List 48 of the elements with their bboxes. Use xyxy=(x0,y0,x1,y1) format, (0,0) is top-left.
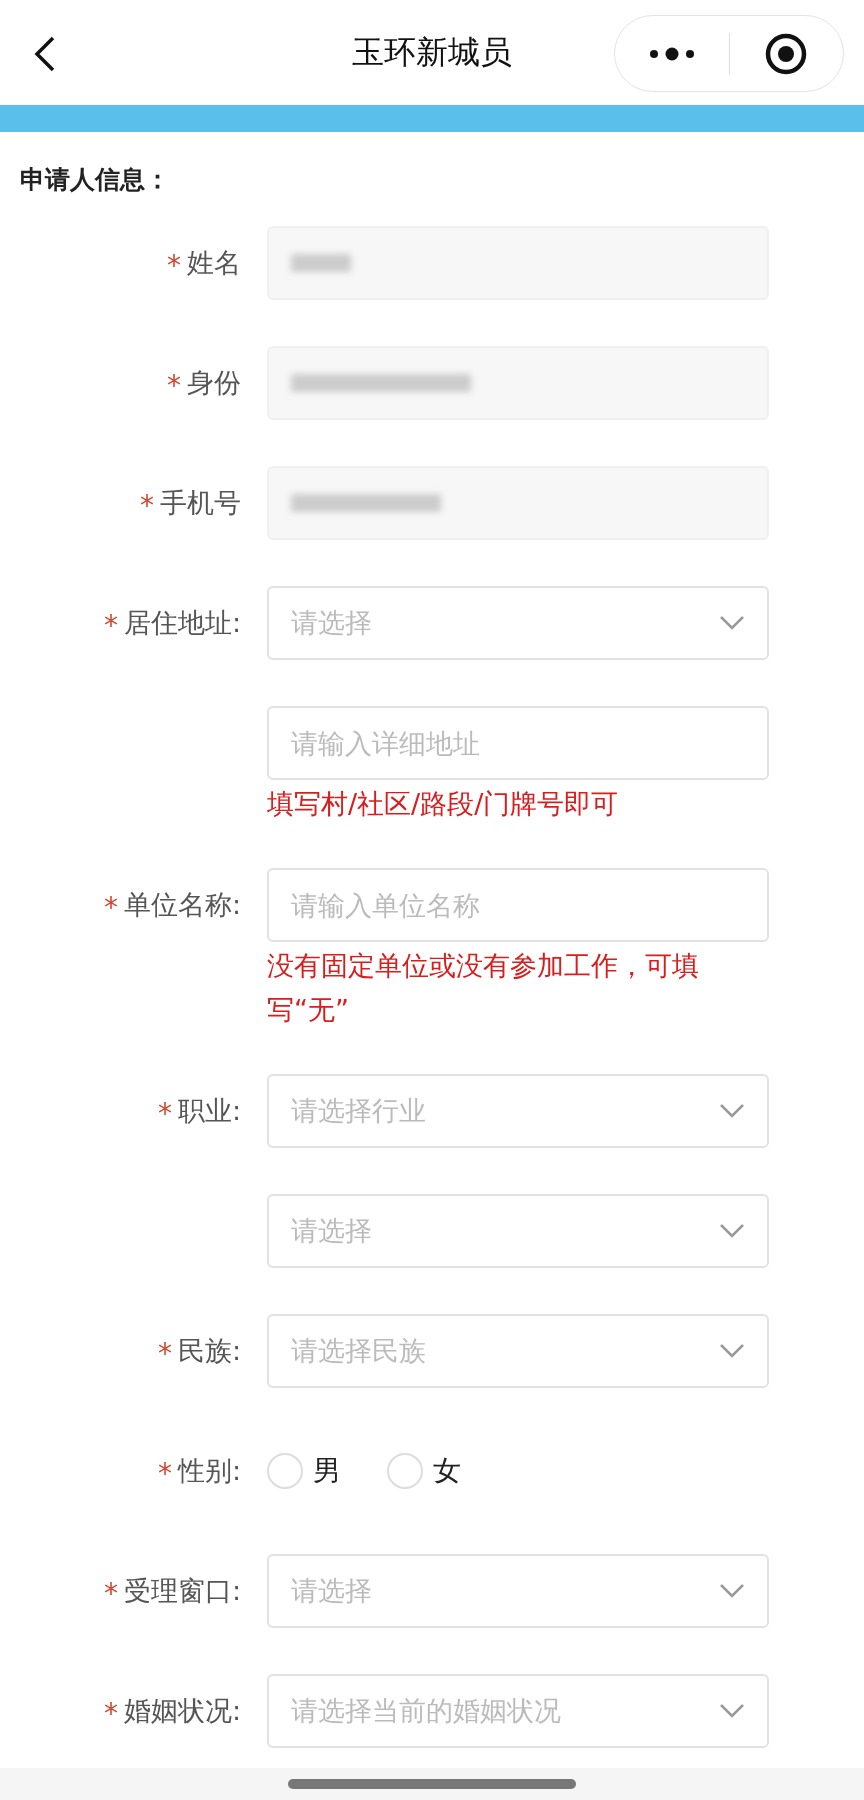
more-icon[interactable] xyxy=(648,46,695,61)
chevron-down-icon xyxy=(719,1703,745,1719)
required-mark: * xyxy=(157,1336,172,1368)
field-label: 民族: xyxy=(177,1333,241,1368)
input-field[interactable] xyxy=(267,466,769,540)
select-field[interactable]: 请选择 xyxy=(267,586,769,660)
required-mark: * xyxy=(167,248,181,280)
required-mark: * xyxy=(103,608,118,640)
chevron-down-icon xyxy=(719,1343,745,1359)
field-label: 受理窗口: xyxy=(123,1573,241,1608)
select-field[interactable]: 请选择当前的婚姻状况 xyxy=(267,1674,769,1748)
required-mark: * xyxy=(103,890,118,922)
input-field[interactable] xyxy=(267,346,769,420)
field-label: 婚姻状况: xyxy=(123,1693,241,1728)
required-mark: * xyxy=(103,1576,118,1608)
section-title: 申请人信息： xyxy=(20,164,171,196)
select-field[interactable]: 请选择 xyxy=(267,1194,769,1268)
home-indicator[interactable] xyxy=(288,1779,576,1789)
select-field[interactable]: 请选择 xyxy=(267,1554,769,1628)
field-label: 身份 xyxy=(187,365,241,400)
close-icon[interactable] xyxy=(765,32,808,75)
field-label: 职业: xyxy=(177,1093,241,1128)
required-mark: * xyxy=(157,1096,172,1128)
required-mark: * xyxy=(140,488,154,520)
select-field[interactable]: 请选择民族 xyxy=(267,1314,769,1388)
input-field[interactable] xyxy=(267,226,769,300)
required-mark: * xyxy=(167,368,181,400)
field-label: 居住地址: xyxy=(123,605,241,640)
blurred-text-drawing xyxy=(291,254,351,272)
hint-text: 没有固定单位或没有参加工作，可填写“无” xyxy=(267,949,700,1027)
chevron-down-icon xyxy=(719,1583,745,1599)
input-field[interactable]: 请输入单位名称 xyxy=(267,868,769,942)
input-field[interactable]: 请输入详细地址 xyxy=(267,706,769,780)
select-field[interactable]: 请选择行业 xyxy=(267,1074,769,1148)
field-label: 单位名称: xyxy=(123,887,241,922)
chevron-down-icon xyxy=(719,1103,745,1119)
chevron-down-icon xyxy=(719,1223,745,1239)
radio-option[interactable]: 男 xyxy=(267,1450,341,1492)
page-title: 玉环新城员 xyxy=(352,32,512,73)
required-mark: * xyxy=(157,1456,172,1488)
required-mark: * xyxy=(103,1696,118,1728)
hint-text: 填写村/社区/路段/门牌号即可 xyxy=(267,787,620,821)
radio-option[interactable]: 女 xyxy=(387,1450,461,1492)
field-label: 手机号 xyxy=(160,485,241,520)
field-label: 姓名 xyxy=(187,245,241,280)
field-label: 性别: xyxy=(177,1453,241,1488)
chevron-down-icon xyxy=(719,615,745,631)
back-icon[interactable] xyxy=(34,36,56,72)
